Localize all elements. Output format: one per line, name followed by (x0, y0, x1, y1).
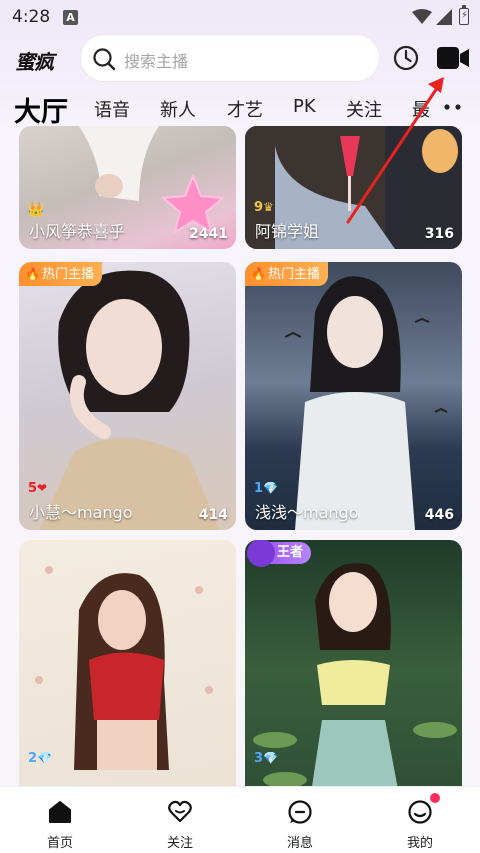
nav-label: 关注 (166, 836, 193, 851)
room-card[interactable]: 2💎 (19, 540, 236, 786)
level-badge: 3💎 (254, 751, 278, 766)
king-badge: 王者 (247, 540, 312, 567)
streamer-photo (79, 126, 159, 201)
room-card[interactable]: 🔥 热门主播 5❤ 小慧～mango 414 (19, 262, 236, 530)
search-icon (93, 48, 116, 71)
notification-icon: A (63, 10, 78, 25)
message-icon (288, 800, 312, 824)
tab-follow[interactable]: 关注 (346, 96, 382, 122)
search-input[interactable]: 搜索主播 (80, 34, 380, 82)
tab-talent[interactable]: 才艺 (227, 96, 263, 122)
level-badge: 2💎 (28, 751, 52, 766)
room-card[interactable]: 🔥 热门主播 1💎 浅浅～mango 446 (245, 262, 462, 530)
room-name: 浅浅～mango (255, 503, 359, 522)
home-icon (49, 801, 71, 823)
profile-icon (408, 800, 432, 824)
room-card[interactable]: 王者 3💎 (245, 540, 462, 786)
star-decoration (161, 174, 225, 234)
room-name: 小风筝恭喜乎 (29, 222, 126, 241)
heart-icon (168, 800, 192, 823)
wifi-icon (412, 9, 432, 24)
clock-icon[interactable] (392, 44, 420, 72)
search-placeholder: 搜索主播 (124, 52, 189, 71)
tab-more-partial[interactable]: 最 (412, 96, 430, 122)
nav-label: 消息 (286, 836, 313, 851)
streamer-photo (35, 566, 213, 770)
nav-follow[interactable]: 关注 (120, 787, 240, 853)
header: 蜜疯 搜索主播 (0, 34, 480, 86)
live-room-grid: 👑 小风筝恭喜乎 2441 9♛ 阿锦学姐 316 🔥 热门主播 5❤ 小慧～ma… (0, 126, 480, 786)
viewer-count: 414 (198, 507, 228, 523)
nav-home[interactable]: 首页 (0, 787, 120, 853)
viewer-count: 446 (424, 507, 454, 523)
room-name: 阿锦学姐 (255, 222, 320, 241)
app-logo: 蜜疯 (15, 50, 54, 74)
tab-voice[interactable]: 语音 (94, 96, 130, 122)
hot-streamer-badge: 🔥 热门主播 (245, 262, 328, 286)
battery-icon: ⚡ (459, 5, 469, 25)
nav-label: 首页 (46, 836, 73, 851)
hot-streamer-badge: 🔥 热门主播 (19, 262, 102, 286)
status-time: 4:28 (12, 7, 51, 27)
nav-profile[interactable]: 我的 (360, 787, 480, 853)
flame-icon: 🔥 (251, 267, 266, 281)
tab-new[interactable]: 新人 (160, 96, 196, 122)
status-bar: 4:28 A ⚡ (0, 0, 480, 34)
tab-pk[interactable]: PK (293, 96, 316, 117)
video-camera-icon[interactable] (436, 44, 470, 72)
nav-label: 我的 (406, 836, 433, 851)
viewer-count: 2441 (189, 226, 228, 242)
level-badge: 5❤ (28, 481, 48, 496)
notification-dot (430, 793, 440, 803)
category-tabs: 大厅 语音 新人 才艺 PK 关注 最 (0, 90, 480, 126)
room-card[interactable]: 9♛ 阿锦学姐 316 (245, 126, 462, 249)
room-card[interactable]: 👑 小风筝恭喜乎 2441 (19, 126, 236, 249)
room-name: 小慧～mango (29, 503, 133, 522)
bottom-nav: 首页 关注 消息 我的 (0, 786, 480, 853)
signal-icon (436, 9, 452, 25)
level-badge: 9♛ (254, 200, 274, 215)
nav-messages[interactable]: 消息 (240, 787, 360, 853)
mascot-icon (247, 540, 275, 567)
level-badge: 1💎 (254, 481, 278, 496)
viewer-count: 316 (424, 226, 454, 242)
flame-icon: 🔥 (25, 267, 40, 281)
tab-lobby[interactable]: 大厅 (14, 90, 68, 126)
more-dots-icon[interactable] (444, 104, 464, 110)
streamer-photo (39, 270, 219, 530)
streamer-photo (253, 563, 457, 786)
crown-badge-icon: 👑 (27, 202, 45, 218)
